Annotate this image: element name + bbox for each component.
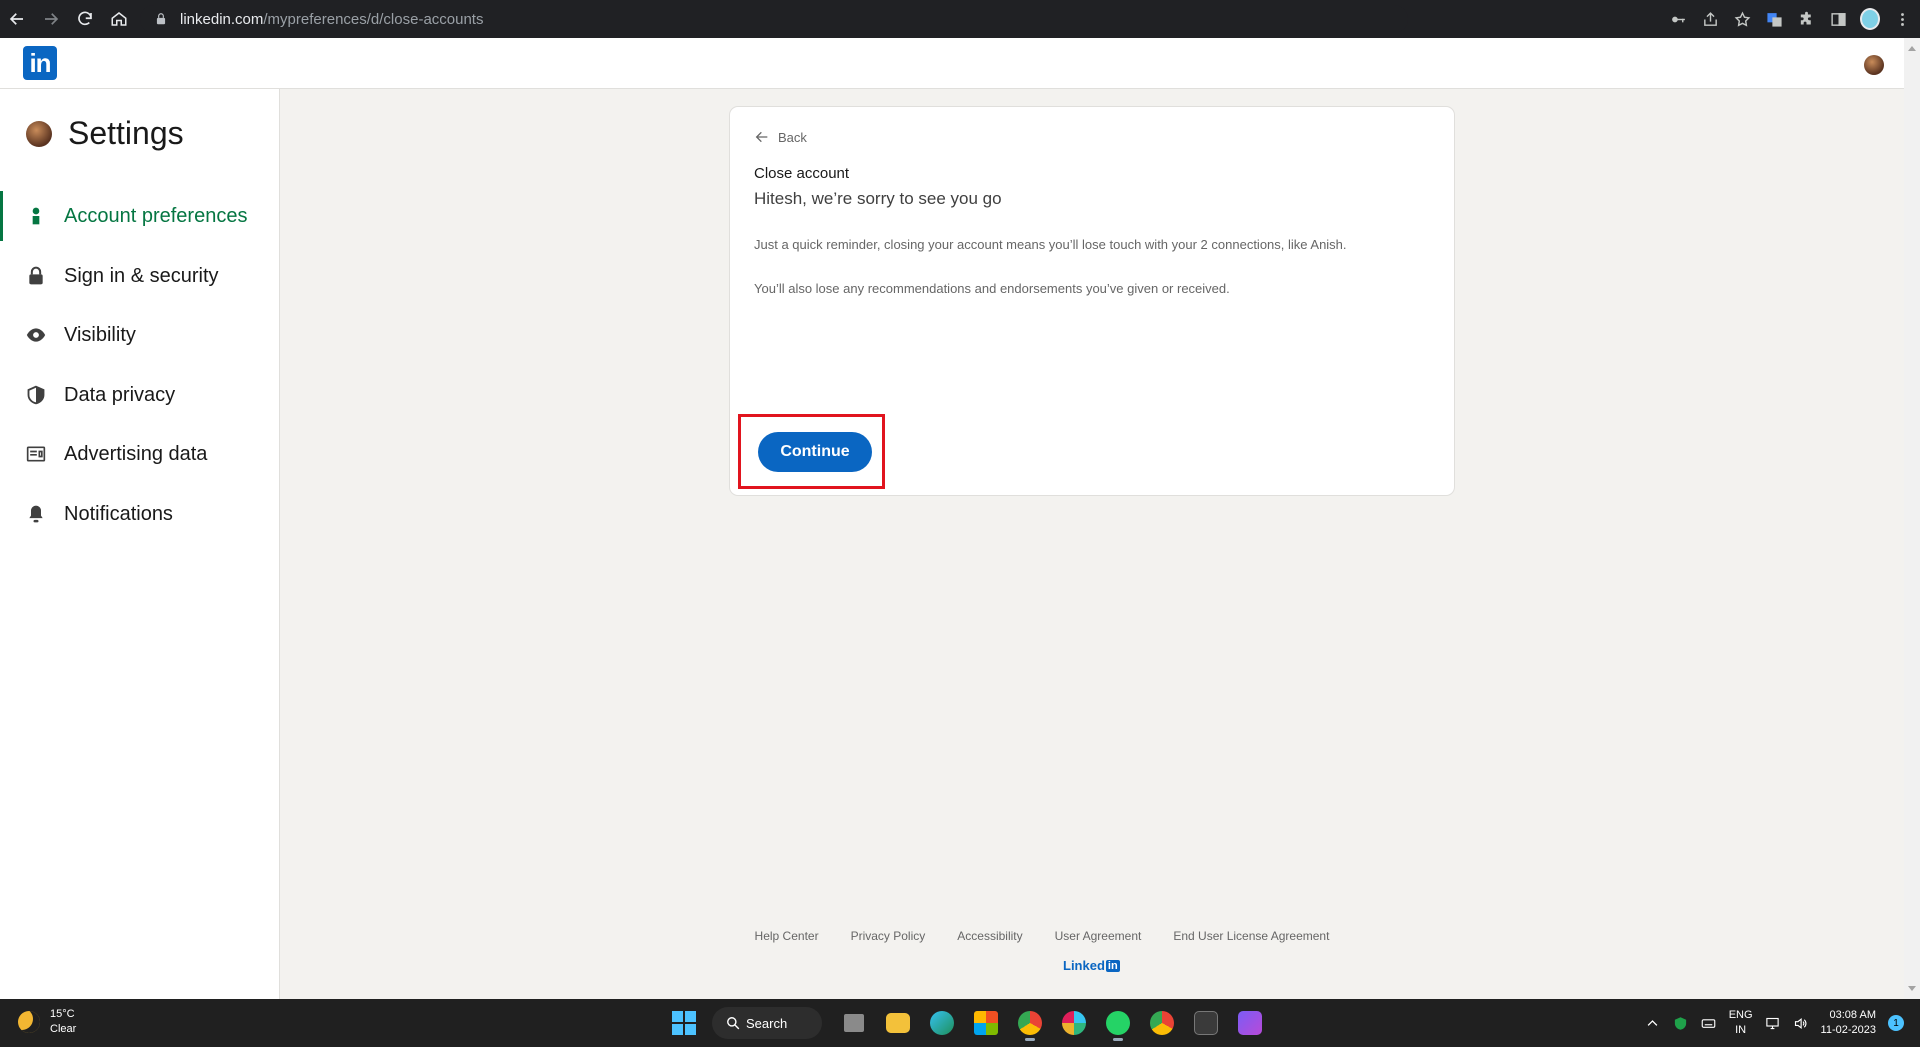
taskbar-apps: Search <box>672 1005 1266 1041</box>
edge-browser-icon[interactable] <box>926 1007 958 1039</box>
sidebar-item-label: Notifications <box>64 502 173 525</box>
header-avatar[interactable] <box>1864 55 1884 75</box>
sidebar-item-advertising-data[interactable]: Advertising data <box>0 429 280 479</box>
footer-link-help-center[interactable]: Help Center <box>755 929 819 943</box>
sidebar-item-data-privacy[interactable]: Data privacy <box>0 370 280 420</box>
search-icon <box>727 1017 740 1030</box>
endorsements-text: You’ll also lose any recommendations and… <box>754 281 1230 296</box>
sidebar-item-account-preferences[interactable]: Account preferences <box>0 191 280 241</box>
footer-link-accessibility[interactable]: Accessibility <box>957 929 1022 943</box>
reminder-text: Just a quick reminder, closing your acco… <box>754 237 1347 252</box>
avatar <box>26 120 52 147</box>
close-account-card: Back Close account Hitesh, we’re sorry t… <box>730 107 1454 495</box>
footer-links: Help Center Privacy Policy Accessibility… <box>0 929 1904 943</box>
lang-top: ENG <box>1728 1009 1753 1021</box>
address-bar[interactable]: linkedin.com/mypreferences/d/close-accou… <box>140 5 1408 33</box>
system-tray: ENG IN 03:08 AM 11-02-2023 1 <box>1645 999 1904 1047</box>
person-icon <box>26 206 46 226</box>
settings-title: Settings <box>26 115 184 152</box>
moon-icon <box>18 1011 40 1033</box>
reload-icon[interactable] <box>68 0 102 38</box>
volume-icon[interactable] <box>1793 1015 1809 1031</box>
footer-linkedin-logo[interactable]: Linked in <box>1063 958 1120 973</box>
continue-button[interactable]: Continue <box>758 432 872 472</box>
lock-icon <box>156 13 166 25</box>
translate-icon[interactable] <box>1764 9 1784 29</box>
windows-taskbar: 15°C Clear Search ENG IN 03:08 AM 11-02-… <box>0 999 1920 1047</box>
security-shield-icon[interactable] <box>1673 1015 1689 1031</box>
profile-icon[interactable] <box>1860 8 1880 30</box>
bookmark-star-icon[interactable] <box>1732 9 1752 29</box>
keyboard-icon[interactable] <box>1701 1015 1717 1031</box>
page-scrollbar[interactable] <box>1904 38 1920 999</box>
back-label: Back <box>778 129 807 145</box>
bell-icon <box>26 504 46 524</box>
slack-icon[interactable] <box>1058 1007 1090 1039</box>
notification-badge[interactable]: 1 <box>1888 1015 1904 1031</box>
key-icon[interactable] <box>1668 9 1688 29</box>
weather-widget[interactable]: 15°C Clear <box>18 1007 76 1037</box>
footer-logo-text: Linked <box>1063 958 1105 973</box>
back-arrow-icon <box>755 131 768 143</box>
browser-toolbar: linkedin.com/mypreferences/d/close-accou… <box>0 0 1920 38</box>
extensions-icon[interactable] <box>1796 9 1816 29</box>
sidebar-item-label: Visibility <box>64 323 136 346</box>
file-explorer-icon[interactable] <box>882 1007 914 1039</box>
back-arrow-icon[interactable] <box>0 0 34 38</box>
sidebar-item-label: Account preferences <box>64 204 248 227</box>
clock-date: 11-02-2023 <box>1820 1024 1876 1036</box>
sidebar-item-sign-in-security[interactable]: Sign in & security <box>0 251 280 301</box>
footer-link-user-agreement[interactable]: User Agreement <box>1055 929 1142 943</box>
clock[interactable]: 03:08 AM 11-02-2023 <box>1821 1008 1876 1038</box>
shield-icon <box>26 385 46 405</box>
linkedin-logo[interactable]: in <box>23 46 57 80</box>
card-title: Close account <box>754 165 850 182</box>
chrome-icon[interactable] <box>1014 1007 1046 1041</box>
sidebar-item-label: Sign in & security <box>64 264 219 287</box>
chevron-up-icon[interactable] <box>1645 1015 1661 1031</box>
footer-link-eula[interactable]: End User License Agreement <box>1173 929 1329 943</box>
taskbar-search-label: Search <box>746 1015 788 1031</box>
scroll-up-arrow-icon[interactable] <box>1908 46 1916 51</box>
side-panel-icon[interactable] <box>1828 9 1848 29</box>
footer-logo-in: in <box>1105 959 1120 972</box>
share-icon[interactable] <box>1700 9 1720 29</box>
task-view-icon[interactable] <box>838 1007 870 1039</box>
scroll-down-arrow-icon[interactable] <box>1908 986 1916 991</box>
settings-title-text: Settings <box>68 115 184 151</box>
weather-condition: Clear <box>50 1023 77 1035</box>
microsoft-store-icon[interactable] <box>970 1007 1002 1039</box>
windows-start-icon[interactable] <box>672 1011 696 1035</box>
whatsapp-icon[interactable] <box>1102 1007 1134 1041</box>
home-icon[interactable] <box>102 0 136 38</box>
lock-icon <box>26 266 46 286</box>
lang-bottom: IN <box>1735 1024 1747 1036</box>
clipchamp-icon[interactable] <box>1234 1007 1266 1039</box>
sidebar-item-label: Data privacy <box>64 383 176 406</box>
url-host: linkedin.com <box>180 10 264 28</box>
clock-time: 03:08 AM <box>1829 1009 1876 1021</box>
sidebar-item-visibility[interactable]: Visibility <box>0 310 280 360</box>
language-indicator[interactable]: ENG IN <box>1729 1008 1753 1038</box>
sidebar-item-notifications[interactable]: Notifications <box>0 489 280 539</box>
footer-link-privacy-policy[interactable]: Privacy Policy <box>851 929 926 943</box>
back-link[interactable]: Back <box>754 129 807 145</box>
card-heading: Hitesh, we’re sorry to see you go <box>754 189 1002 208</box>
kebab-menu-icon[interactable] <box>1892 9 1912 29</box>
forward-arrow-icon[interactable] <box>34 0 68 38</box>
settings-sidebar: Settings Account preferences Sign in & s… <box>0 89 280 999</box>
network-icon[interactable] <box>1765 1015 1781 1031</box>
ad-icon <box>26 444 46 464</box>
weather-temperature: 15°C <box>50 1008 75 1020</box>
url-path: /mypreferences/d/close-accounts <box>263 10 484 28</box>
chrome-profile-icon[interactable] <box>1146 1007 1178 1039</box>
taskbar-search[interactable]: Search <box>712 1007 822 1039</box>
linkedin-header: in <box>0 38 1904 89</box>
terminal-icon[interactable] <box>1190 1007 1222 1039</box>
eye-icon <box>26 325 46 345</box>
sidebar-item-label: Advertising data <box>64 442 208 465</box>
